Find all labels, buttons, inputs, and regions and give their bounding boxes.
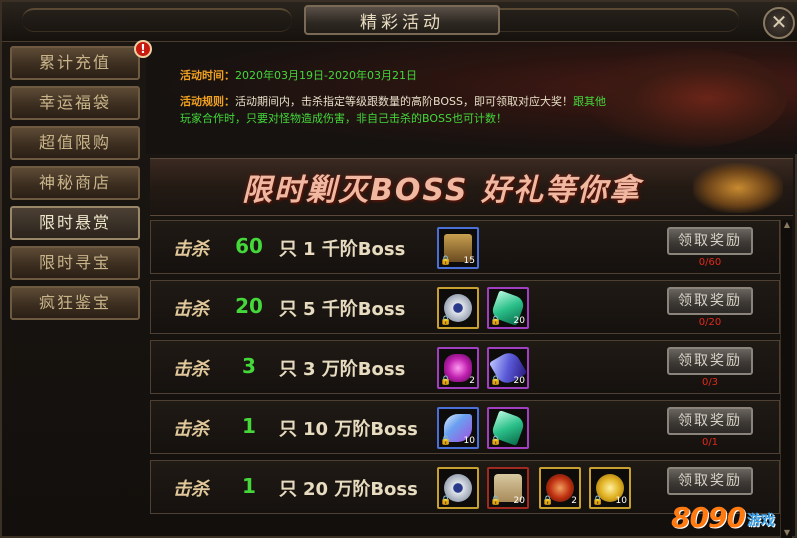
kill-target: 10 万阶Boss	[303, 419, 418, 440]
sidebar-item-limited-purchase[interactable]: 超值限购	[10, 126, 140, 160]
reward-slot[interactable]: 🔒 10	[589, 467, 631, 509]
kill-label: 击杀	[173, 299, 209, 320]
activity-rule-row-2: 玩家合作时，只要对怪物造成伤害，非自己击杀的BOSS也可计数！	[180, 111, 507, 126]
kill-label: 击杀	[173, 239, 209, 260]
reward-quantity: 20	[513, 376, 525, 386]
activity-rule-text-2: 玩家合作时，只要对怪物造成伤害，非自己击杀的BOSS也可计数！	[180, 112, 507, 125]
dragon-illustration	[587, 48, 787, 148]
kill-label: 击杀	[173, 479, 209, 500]
close-icon: ✕	[770, 10, 788, 34]
bound-lock-icon: 🔒	[490, 376, 502, 386]
title-bar: 精彩活动 ✕	[2, 2, 797, 42]
sidebar-item-lucky-bag[interactable]: 幸运福袋	[10, 86, 140, 120]
title-ornament-right	[469, 8, 739, 32]
kill-unit: 只	[279, 419, 297, 440]
bound-lock-icon: 🔒	[490, 436, 502, 446]
reward-slot[interactable]: 🔒	[437, 287, 479, 329]
event-banner: 限时剿灭BOSS 好礼等你拿	[150, 158, 793, 216]
kill-progress: 0/20	[698, 317, 722, 328]
activity-time-value: 2020年03月19日-2020年03月21日	[235, 69, 417, 82]
reward-quantity: 10	[615, 496, 627, 506]
claim-reward-button[interactable]: 领取奖励	[667, 347, 753, 375]
kill-count: 60	[235, 234, 263, 258]
claim-reward-button[interactable]: 领取奖励	[667, 227, 753, 255]
claim-reward-button[interactable]: 领取奖励	[667, 287, 753, 315]
bound-lock-icon: 🔒	[440, 256, 452, 266]
scrollbar[interactable]: ▲ ▼	[780, 220, 792, 538]
claim-reward-button[interactable]: 领取奖励	[667, 407, 753, 435]
sidebar-item-mystery-shop[interactable]: 神秘商店	[10, 166, 140, 200]
reward-quantity: 2	[469, 376, 475, 386]
reward-quantity: 10	[463, 436, 475, 446]
bound-lock-icon: 🔒	[440, 436, 452, 446]
info-panel: 活动时间：2020年03月19日-2020年03月21日 活动规则：活动期间内，…	[146, 42, 797, 154]
reward-slot[interactable]: 🔒 20	[487, 287, 529, 329]
reward-slot[interactable]: 🔒 2	[437, 347, 479, 389]
kill-target: 1 千阶Boss	[303, 239, 406, 260]
bound-lock-icon: 🔒	[490, 316, 502, 326]
kill-progress: 0/3	[701, 377, 719, 388]
scroll-up-icon[interactable]: ▲	[782, 220, 792, 230]
reward-slot[interactable]: 🔒 10	[437, 407, 479, 449]
golden-dragon-icon	[693, 163, 783, 213]
close-button[interactable]: ✕	[763, 7, 795, 39]
kill-progress: 0/60	[698, 257, 722, 268]
kill-count: 1	[242, 414, 256, 438]
quest-row: 击杀 60 只 1 千阶Boss 🔒 15 领取奖励 0/60	[150, 220, 780, 274]
kill-count: 20	[235, 294, 263, 318]
kill-progress: 0/1	[701, 437, 719, 448]
sidebar-item-limited-bounty[interactable]: 限时悬赏	[10, 206, 140, 240]
reward-quantity: 20	[513, 316, 525, 326]
reward-slot[interactable]: 🔒 2	[539, 467, 581, 509]
sidebar-item-cumulative-recharge[interactable]: 累计充值	[10, 46, 140, 80]
bound-lock-icon: 🔒	[440, 496, 452, 506]
activity-rule-label: 活动规则：	[180, 95, 235, 108]
reward-quantity: 20	[513, 496, 525, 506]
bound-lock-icon: 🔒	[440, 376, 452, 386]
main-panel: 活动时间：2020年03月19日-2020年03月21日 活动规则：活动期间内，…	[146, 42, 797, 538]
site-watermark: 8090 游戏	[671, 494, 791, 534]
kill-count: 3	[242, 354, 256, 378]
watermark-logo-number: 8090	[671, 501, 746, 534]
claim-reward-button[interactable]: 领取奖励	[667, 467, 753, 495]
kill-label: 击杀	[173, 419, 209, 440]
bound-lock-icon: 🔒	[490, 496, 502, 506]
kill-unit: 只	[279, 239, 297, 260]
activity-time-label: 活动时间：	[180, 69, 235, 82]
quest-row: 击杀 1 只 10 万阶Boss 🔒 10 🔒 领取奖励 0/1	[150, 400, 780, 454]
bound-lock-icon: 🔒	[592, 496, 604, 506]
alert-icon: !	[134, 40, 152, 58]
reward-slot[interactable]: 🔒 20	[487, 467, 529, 509]
kill-count: 1	[242, 474, 256, 498]
reward-quantity: 2	[571, 496, 577, 506]
quest-row: 击杀 20 只 5 千阶Boss 🔒 🔒 20 领取奖励 0/20	[150, 280, 780, 334]
reward-quantity: 15	[463, 256, 475, 266]
bound-lock-icon: 🔒	[542, 496, 554, 506]
watermark-logo-text: 游戏	[746, 513, 775, 529]
kill-target: 20 万阶Boss	[303, 479, 418, 500]
kill-unit: 只	[279, 299, 297, 320]
reward-slot[interactable]: 🔒 20	[487, 347, 529, 389]
kill-target: 3 万阶Boss	[303, 359, 406, 380]
bound-lock-icon: 🔒	[440, 316, 452, 326]
reward-slot[interactable]: 🔒	[437, 467, 479, 509]
quest-row: 击杀 3 只 3 万阶Boss 🔒 2 🔒 20 领取奖励 0/3	[150, 340, 780, 394]
title-plate: 精彩活动	[304, 5, 500, 35]
activity-time-row: 活动时间：2020年03月19日-2020年03月21日	[180, 68, 417, 83]
reward-slot[interactable]: 🔒	[487, 407, 529, 449]
activity-rule-coop-text: 跟其他	[572, 95, 606, 108]
sidebar-item-limited-treasure[interactable]: 限时寻宝	[10, 246, 140, 280]
activity-window: 精彩活动 ✕ ! 累计充值 幸运福袋 超值限购 神秘商店 限时悬赏 限时寻宝 疯…	[0, 0, 797, 538]
activity-rule-row: 活动规则：活动期间内，击杀指定等级跟数量的高阶BOSS，即可领取对应大奖！跟其他	[180, 94, 606, 109]
title-ornament-left	[22, 8, 292, 32]
reward-slot[interactable]: 🔒 15	[437, 227, 479, 269]
activity-rule-text: 活动期间内，击杀指定等级跟数量的高阶BOSS，即可领取对应大奖！	[235, 95, 573, 108]
banner-title: 限时剿灭BOSS 好礼等你拿	[242, 173, 641, 208]
kill-unit: 只	[279, 479, 297, 500]
kill-target: 5 千阶Boss	[303, 299, 406, 320]
sidebar-item-crazy-appraisal[interactable]: 疯狂鉴宝	[10, 286, 140, 320]
window-title: 精彩活动	[360, 12, 444, 33]
kill-label: 击杀	[173, 359, 209, 380]
kill-unit: 只	[279, 359, 297, 380]
